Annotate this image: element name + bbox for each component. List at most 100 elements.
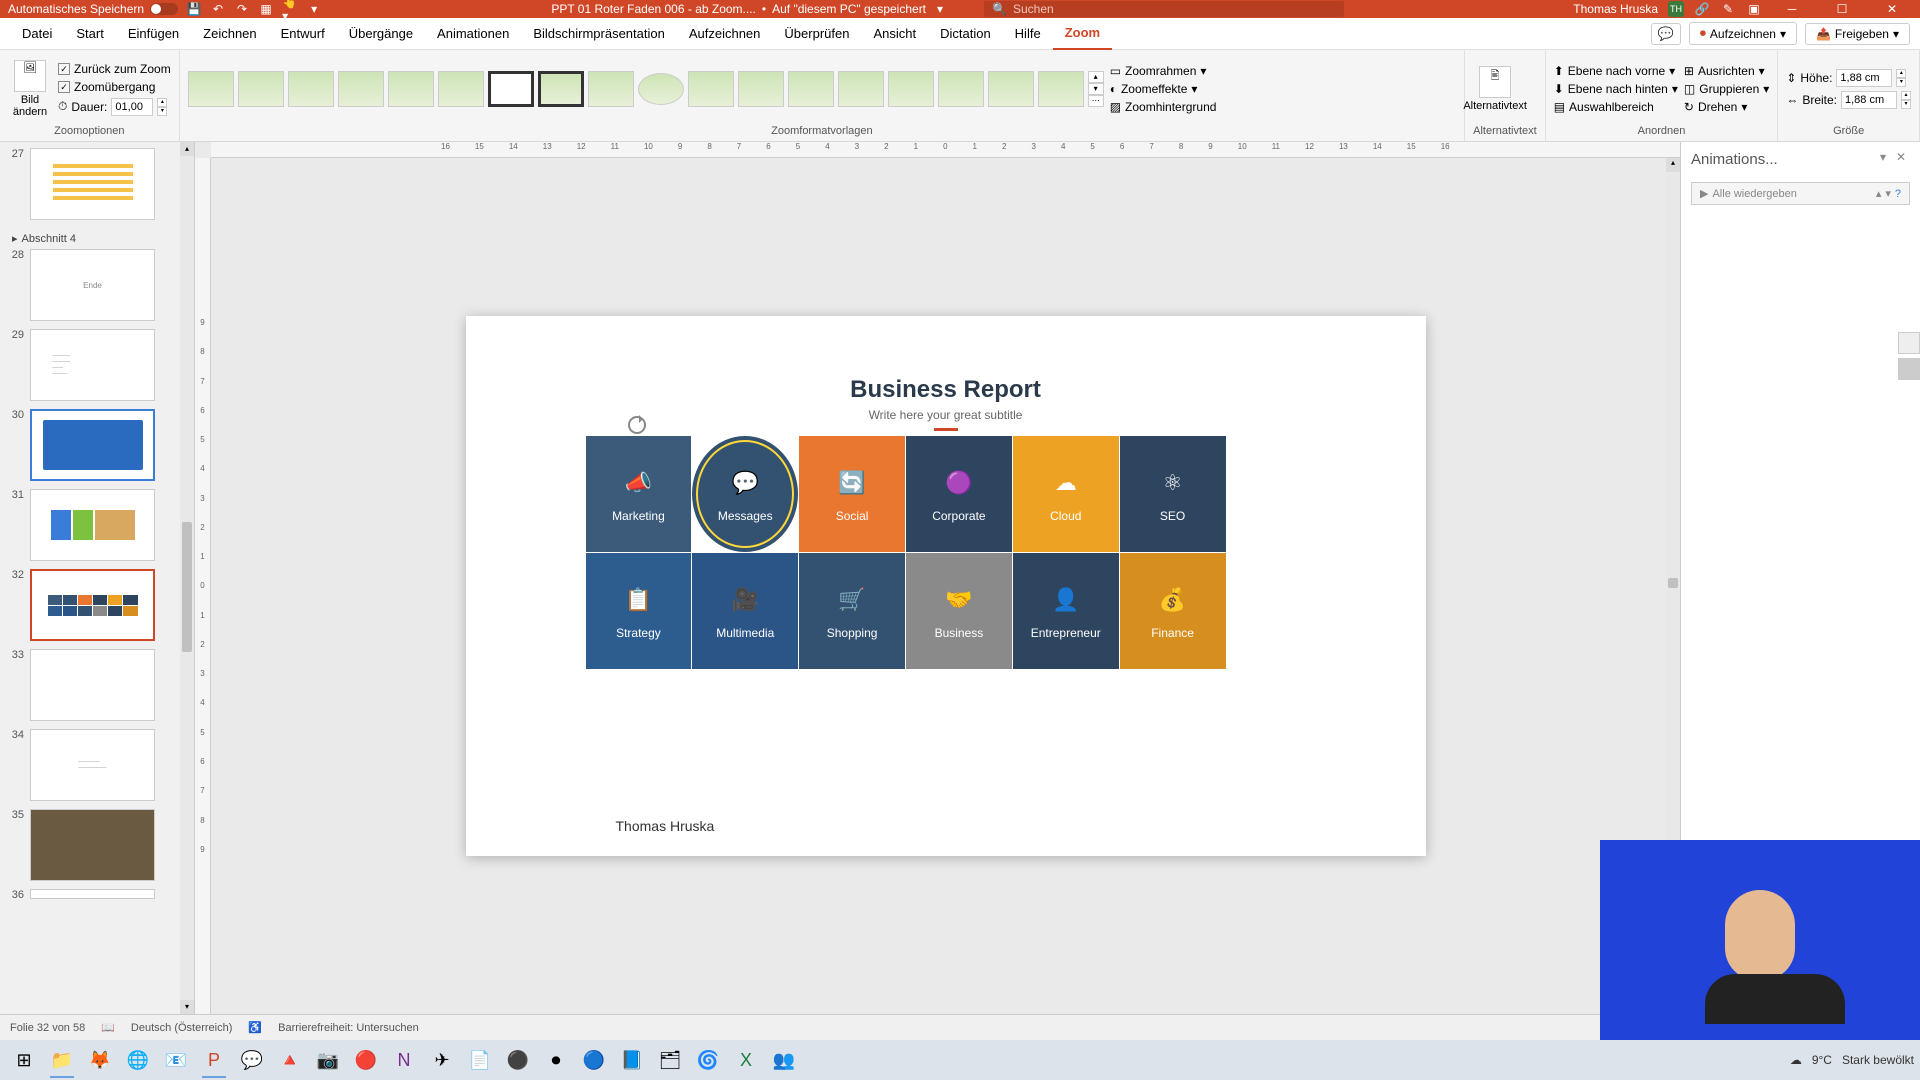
undo-icon[interactable]: ↶ [210, 1, 226, 17]
tab-zeichnen[interactable]: Zeichnen [191, 18, 268, 50]
thumb-31[interactable]: 31 [6, 489, 176, 561]
thumb-30[interactable]: 30 [6, 409, 176, 481]
style-item-18[interactable] [1038, 71, 1084, 107]
task-obs[interactable]: ⚫ [500, 1042, 536, 1078]
style-item-13[interactable] [788, 71, 834, 107]
user-avatar[interactable]: TH [1668, 1, 1684, 17]
tile-entrepreneur[interactable]: 👤Entrepreneur [1013, 553, 1119, 669]
rotation-handle[interactable] [628, 416, 646, 434]
tile-marketing[interactable]: 📣Marketing [586, 436, 692, 552]
start-button[interactable]: ⊞ [6, 1042, 42, 1078]
tab-bildschirmpraesentation[interactable]: Bildschirmpräsentation [521, 18, 677, 50]
style-item-11[interactable] [688, 71, 734, 107]
minimize-button[interactable]: ─ [1772, 0, 1812, 18]
task-firefox[interactable]: 🦊 [82, 1042, 118, 1078]
task-telegram[interactable]: ✈ [424, 1042, 460, 1078]
task-app3[interactable]: 🔴 [348, 1042, 384, 1078]
section-4-header[interactable]: ▸ Abschnitt 4 [6, 228, 176, 249]
change-image-button[interactable]: 🖼 Bild ändern [8, 60, 52, 118]
language[interactable]: Deutsch (Österreich) [131, 1022, 232, 1034]
zoom-effects-button[interactable]: ◐ Zoomeffekte ▾ [1110, 82, 1217, 96]
weather-icon[interactable]: ☁ [1790, 1053, 1802, 1067]
save-icon[interactable]: 💾 [186, 1, 202, 17]
slide-title[interactable]: Business Report [466, 376, 1426, 404]
alttext-button[interactable]: 🖹 Alternativtext [1473, 66, 1517, 112]
selection-pane-button[interactable]: ▤ Auswahlbereich [1554, 100, 1678, 114]
thumb-32[interactable]: 32 [6, 569, 176, 641]
gallery-more[interactable]: ▴▾⋯ [1088, 71, 1104, 107]
tab-entwurf[interactable]: Entwurf [269, 18, 337, 50]
slide-counter[interactable]: Folie 32 von 58 [10, 1022, 85, 1034]
accessibility-status[interactable]: Barrierefreiheit: Untersuchen [278, 1022, 419, 1034]
task-app4[interactable]: 📄 [462, 1042, 498, 1078]
task-onenote[interactable]: N [386, 1042, 422, 1078]
spin-up[interactable]: ▴ [157, 98, 167, 107]
tab-hilfe[interactable]: Hilfe [1003, 18, 1053, 50]
qat-more-icon[interactable]: ▾ [306, 1, 322, 17]
style-item-5[interactable] [388, 71, 434, 107]
link-icon[interactable]: 🔗 [1694, 1, 1710, 17]
tab-aufzeichnen[interactable]: Aufzeichnen [677, 18, 773, 50]
style-item-10-oval[interactable] [638, 73, 684, 105]
tile-finance[interactable]: 💰Finance [1120, 553, 1226, 669]
style-item-1[interactable] [188, 71, 234, 107]
slide[interactable]: Business Report Write here your great su… [466, 316, 1426, 856]
align-button[interactable]: ⊞ Ausrichten ▾ [1684, 64, 1769, 78]
style-item-2[interactable] [238, 71, 284, 107]
tile-strategy[interactable]: 📋Strategy [586, 553, 692, 669]
tile-messages[interactable]: 💬Messages [692, 436, 798, 552]
side-tool-2[interactable] [1898, 358, 1920, 380]
search-box[interactable]: 🔍 Suchen [984, 1, 1344, 17]
tab-ansicht[interactable]: Ansicht [861, 18, 928, 50]
task-chrome[interactable]: 🌐 [120, 1042, 156, 1078]
pen-icon[interactable]: ✎ [1720, 1, 1736, 17]
task-teams[interactable]: 👥 [766, 1042, 802, 1078]
style-item-6[interactable] [438, 71, 484, 107]
task-vlc[interactable]: 🔺 [272, 1042, 308, 1078]
help-icon[interactable]: ? [1895, 188, 1901, 200]
bring-front-button[interactable]: ⬆ Ebene nach vorne ▾ [1554, 64, 1678, 78]
record-button[interactable]: ⏺Aufzeichnen▾ [1689, 22, 1797, 45]
width-input[interactable] [1841, 91, 1897, 109]
duration-input[interactable] [111, 98, 153, 116]
tab-start[interactable]: Start [64, 18, 115, 50]
thumb-27[interactable]: 27 [6, 148, 176, 220]
task-app1[interactable]: 💬 [234, 1042, 270, 1078]
tile-social[interactable]: 🔄Social [799, 436, 905, 552]
style-item-8[interactable] [538, 71, 584, 107]
tab-uebergaenge[interactable]: Übergänge [337, 18, 425, 50]
tab-datei[interactable]: Datei [10, 18, 64, 50]
scroll-up-icon[interactable]: ▴ [180, 142, 194, 156]
style-item-17[interactable] [988, 71, 1034, 107]
zoom-frame-button[interactable]: ▭ Zoomrahmen ▾ [1110, 64, 1217, 78]
thumb-33[interactable]: 33 [6, 649, 176, 721]
style-item-4[interactable] [338, 71, 384, 107]
tab-zoom[interactable]: Zoom [1053, 18, 1112, 50]
maximize-button[interactable]: ☐ [1822, 0, 1862, 18]
thumb-28[interactable]: 28 Ende [6, 249, 176, 321]
height-input[interactable] [1836, 69, 1892, 87]
scroll-down-icon[interactable]: ▾ [180, 1000, 194, 1014]
autosave-toggle[interactable] [150, 3, 178, 15]
task-app5[interactable]: ⏺ [538, 1042, 574, 1078]
tile-corporate[interactable]: 🟣Corporate [906, 436, 1012, 552]
task-app7[interactable]: 📘 [614, 1042, 650, 1078]
thumb-36[interactable]: 36 [6, 889, 176, 901]
task-app8[interactable]: 🗂 [652, 1042, 688, 1078]
thumb-34[interactable]: 34 ────────────── [6, 729, 176, 801]
task-edge[interactable]: 🌀 [690, 1042, 726, 1078]
tile-business[interactable]: 🤝Business [906, 553, 1012, 669]
task-powerpoint[interactable]: P [196, 1042, 232, 1078]
tab-dictation[interactable]: Dictation [928, 18, 1003, 50]
zoom-background-button[interactable]: ▨ Zoomhintergrund [1110, 100, 1217, 114]
style-item-14[interactable] [838, 71, 884, 107]
task-outlook[interactable]: 📧 [158, 1042, 194, 1078]
task-explorer[interactable]: 📁 [44, 1042, 80, 1078]
slide-author[interactable]: Thomas Hruska [616, 818, 715, 834]
share-button[interactable]: 📤Freigeben▾ [1805, 23, 1910, 45]
thumb-scrollbar[interactable]: ▴ ▾ [180, 142, 194, 1014]
anim-pane-minimize[interactable]: ▾ [1874, 150, 1892, 168]
tile-cloud[interactable]: ☁Cloud [1013, 436, 1119, 552]
style-item-15[interactable] [888, 71, 934, 107]
style-item-9[interactable] [588, 71, 634, 107]
